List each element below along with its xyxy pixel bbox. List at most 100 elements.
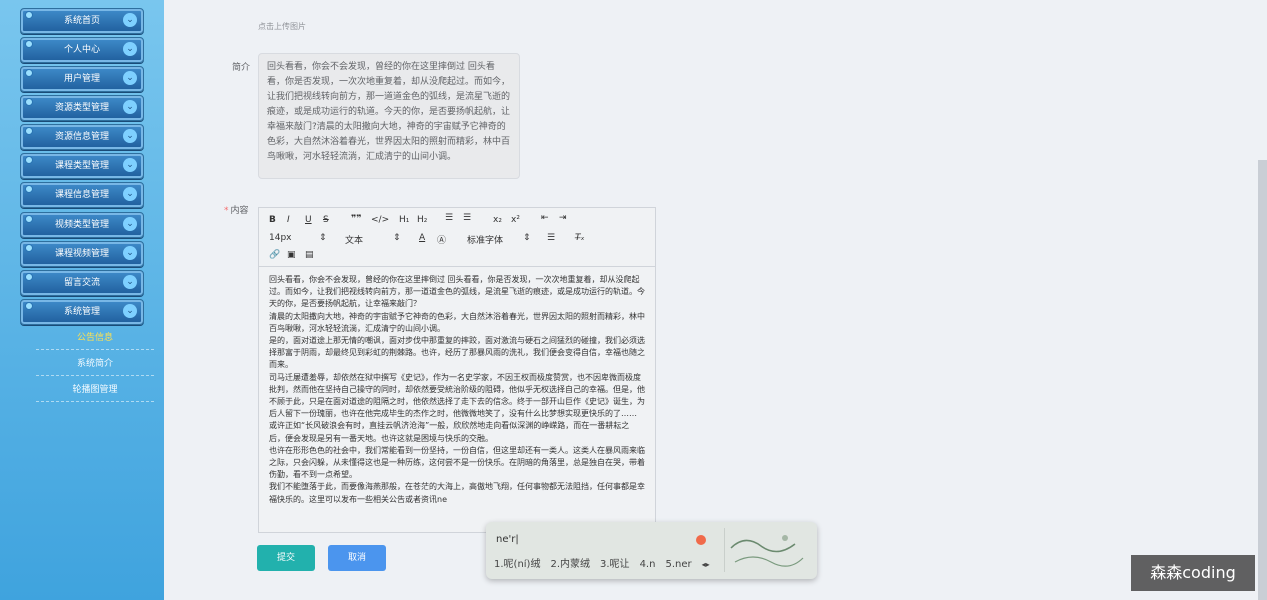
intro-textarea[interactable]: 回头看看，你会不会发现，曾经的你在这里摔倒过 回头看看，你是否发现，一次次地重复… <box>258 53 520 179</box>
bullet-icon <box>25 98 33 106</box>
sidebar-menu-item[interactable]: 用户管理 ⌄ <box>20 66 144 92</box>
ime-candidates: 1.呢(ní)绒 2.内蒙绒 3.呢让 4.n 5.ner ◂▸ <box>494 555 720 570</box>
bullet-icon <box>25 244 33 252</box>
video-icon[interactable]: ▤ <box>305 250 314 260</box>
editor-paragraph: 清晨的太阳撒向大地，神奇的宇宙赋予它神奇的色彩，大自然沐浴着春光，世界因太阳的照… <box>269 311 645 333</box>
font-family-select[interactable]: 标准字体 <box>467 233 503 246</box>
editor-paragraph: 回头看看，你会不会发现，曾经的你在这里摔倒过 回头看看，你是否发现，一次次地重复… <box>269 275 645 309</box>
sidebar-menu-item[interactable]: 资源类型管理 ⌄ <box>20 95 144 121</box>
sidebar-menu-item[interactable]: 系统首页 ⌄ <box>20 8 144 34</box>
bullet-icon <box>25 127 33 135</box>
sidebar-menu-item[interactable]: 系统管理 ⌄ <box>20 299 144 325</box>
sidebar-menu-item[interactable]: 课程类型管理 ⌄ <box>20 153 144 179</box>
ime-candidate[interactable]: 3.呢让 <box>600 559 630 570</box>
underline-icon[interactable]: U <box>305 215 312 225</box>
sidebar-menu-label: 资源信息管理 <box>54 132 109 142</box>
code-icon[interactable]: </> <box>371 215 389 225</box>
main-content: 点击上传图片 简介 回头看看，你会不会发现，曾经的你在这里摔倒过 回头看看，你是… <box>164 0 1267 600</box>
bullet-icon <box>25 273 33 281</box>
sidebar-menu-label: 个人中心 <box>63 45 100 55</box>
sidebar-menu-item[interactable]: 课程信息管理 ⌄ <box>20 182 144 208</box>
ime-page-arrows-icon[interactable]: ◂▸ <box>702 560 710 569</box>
heading1-icon[interactable]: H₁ <box>399 215 409 225</box>
editor-paragraph: 也许在形形色色的社会中，我们常能看到一份坚持，一份自信，但这里却还有一类人。这类… <box>269 445 645 480</box>
chevron-down-icon: ⌄ <box>123 71 137 85</box>
ordered-list-icon[interactable]: ☰ <box>445 213 453 223</box>
indent-icon[interactable]: ⇥ <box>559 213 567 223</box>
sidebar-menu-label: 用户管理 <box>63 74 100 84</box>
bullet-icon <box>25 11 33 19</box>
chevron-down-icon: ⌄ <box>123 187 137 201</box>
sidebar-submenu-item[interactable]: 轮播图管理 <box>36 379 154 402</box>
sidebar-menu-label: 资源类型管理 <box>54 103 109 113</box>
bullet-icon <box>25 156 33 164</box>
sidebar-menu-item[interactable]: 课程视频管理 ⌄ <box>20 241 144 267</box>
bold-icon[interactable]: B <box>269 215 276 225</box>
scrollbar[interactable] <box>1258 160 1267 600</box>
background-color-icon[interactable]: Ⓐ <box>437 233 446 246</box>
outdent-icon[interactable]: ⇤ <box>541 213 549 223</box>
chevron-down-icon: ⌄ <box>123 42 137 56</box>
bullet-icon <box>25 302 33 310</box>
chevron-down-icon: ⌄ <box>123 217 137 231</box>
chevron-down-icon: ⌄ <box>123 100 137 114</box>
clear-format-icon[interactable]: T̶ₓ <box>575 233 585 243</box>
editor-paragraph: 是的，面对道途上那无情的嘲讽，面对步伐中那重复的摔跤，面对激流与硬石之间猛烈的碰… <box>269 336 645 370</box>
cancel-button[interactable]: 取消 <box>328 545 386 571</box>
chevron-down-icon: ⌄ <box>123 13 137 27</box>
bullet-icon <box>25 40 33 48</box>
ime-candidate-popup: ne'r| 1.呢(ní)绒 2.内蒙绒 3.呢让 4.n 5.ner ◂▸ <box>486 522 817 579</box>
editor-paragraph: 或许正如“长风破浪会有时，直挂云帆济沧海”一般，欣欣然地走向看似深渊的峥嵘路，而… <box>269 421 630 443</box>
sidebar-submenu-item[interactable]: 公告信息 <box>36 327 154 350</box>
ime-candidate[interactable]: 5.ner <box>665 559 691 570</box>
sidebar-menu-label: 系统首页 <box>63 16 100 26</box>
content-label: * 内容 <box>224 206 249 216</box>
chevron-down-icon[interactable]: ⇕ <box>393 233 401 243</box>
ime-input-text: ne'r| <box>496 534 519 545</box>
chevron-down-icon[interactable]: ⇕ <box>523 233 531 243</box>
sidebar-menu-label: 视频类型管理 <box>54 220 109 230</box>
chevron-down-icon[interactable]: ⇕ <box>319 233 327 243</box>
sidebar-menu-label: 课程类型管理 <box>54 161 109 171</box>
sidebar-menu-label: 系统管理 <box>63 307 100 317</box>
superscript-icon[interactable]: x² <box>511 215 520 225</box>
strike-icon[interactable]: S <box>323 215 329 225</box>
heading2-icon[interactable]: H₂ <box>417 215 427 225</box>
chevron-down-icon: ⌄ <box>123 129 137 143</box>
quote-icon[interactable]: ❞❞ <box>351 214 362 224</box>
sidebar: 系统首页 ⌄ 个人中心 ⌄ 用户管理 ⌄ 资源类型管理 ⌄ 资源信息管理 ⌄ 课程类型管理 ⌄ 课程信息… <box>0 0 164 600</box>
image-icon[interactable]: ▣ <box>287 250 296 260</box>
italic-icon[interactable]: I <box>287 215 290 225</box>
upload-hint[interactable]: 点击上传图片 <box>258 21 306 32</box>
bullet-list-icon[interactable]: ☰ <box>463 213 471 223</box>
ime-candidate[interactable]: 1.呢(ní)绒 <box>494 559 540 570</box>
sidebar-menu-label: 课程信息管理 <box>54 190 109 200</box>
submit-button[interactable]: 提交 <box>257 545 315 571</box>
chevron-down-icon: ⌄ <box>123 304 137 318</box>
link-icon[interactable]: 🔗 <box>269 250 280 260</box>
ime-candidate[interactable]: 4.n <box>640 559 656 570</box>
subscript-icon[interactable]: x₂ <box>493 215 502 225</box>
required-mark: * <box>224 206 229 216</box>
editor-content[interactable]: 回头看看，你会不会发现，曾经的你在这里摔倒过 回头看看，你是否发现，一次次地重复… <box>259 270 655 532</box>
bullet-icon <box>25 185 33 193</box>
ime-logo-icon <box>696 535 706 545</box>
intro-label: 简介 <box>232 63 251 73</box>
sidebar-submenu-item[interactable]: 系统简介 <box>36 353 154 376</box>
bullet-icon <box>25 215 33 223</box>
chevron-down-icon: ⌄ <box>123 246 137 260</box>
block-type-select[interactable]: 文本 <box>345 233 363 246</box>
sidebar-menu-label: 留言交流 <box>63 278 100 288</box>
sidebar-menu-item[interactable]: 视频类型管理 ⌄ <box>20 212 144 238</box>
align-icon[interactable]: ☰ <box>547 233 555 243</box>
sidebar-menu-item[interactable]: 个人中心 ⌄ <box>20 37 144 63</box>
sidebar-menu-item[interactable]: 留言交流 ⌄ <box>20 270 144 296</box>
rich-text-editor[interactable]: B I U S ❞❞ </> H₁ H₂ ☰ ☰ x₂ x² ⇤ ⇥ 14px … <box>258 207 656 533</box>
watermark: 森森coding <box>1131 555 1255 591</box>
ime-skin-art <box>724 528 809 572</box>
font-color-icon[interactable]: A <box>419 233 425 243</box>
font-size-select[interactable]: 14px <box>269 233 292 243</box>
ime-candidate[interactable]: 2.内蒙绒 <box>550 559 590 570</box>
sidebar-menu-item[interactable]: 资源信息管理 ⌄ <box>20 124 144 150</box>
editor-paragraph: 我们不能堕落于此，而要像海燕那般，在苍茫的大海上，高傲地飞翔，任何事物都无法阻挡… <box>269 482 645 504</box>
